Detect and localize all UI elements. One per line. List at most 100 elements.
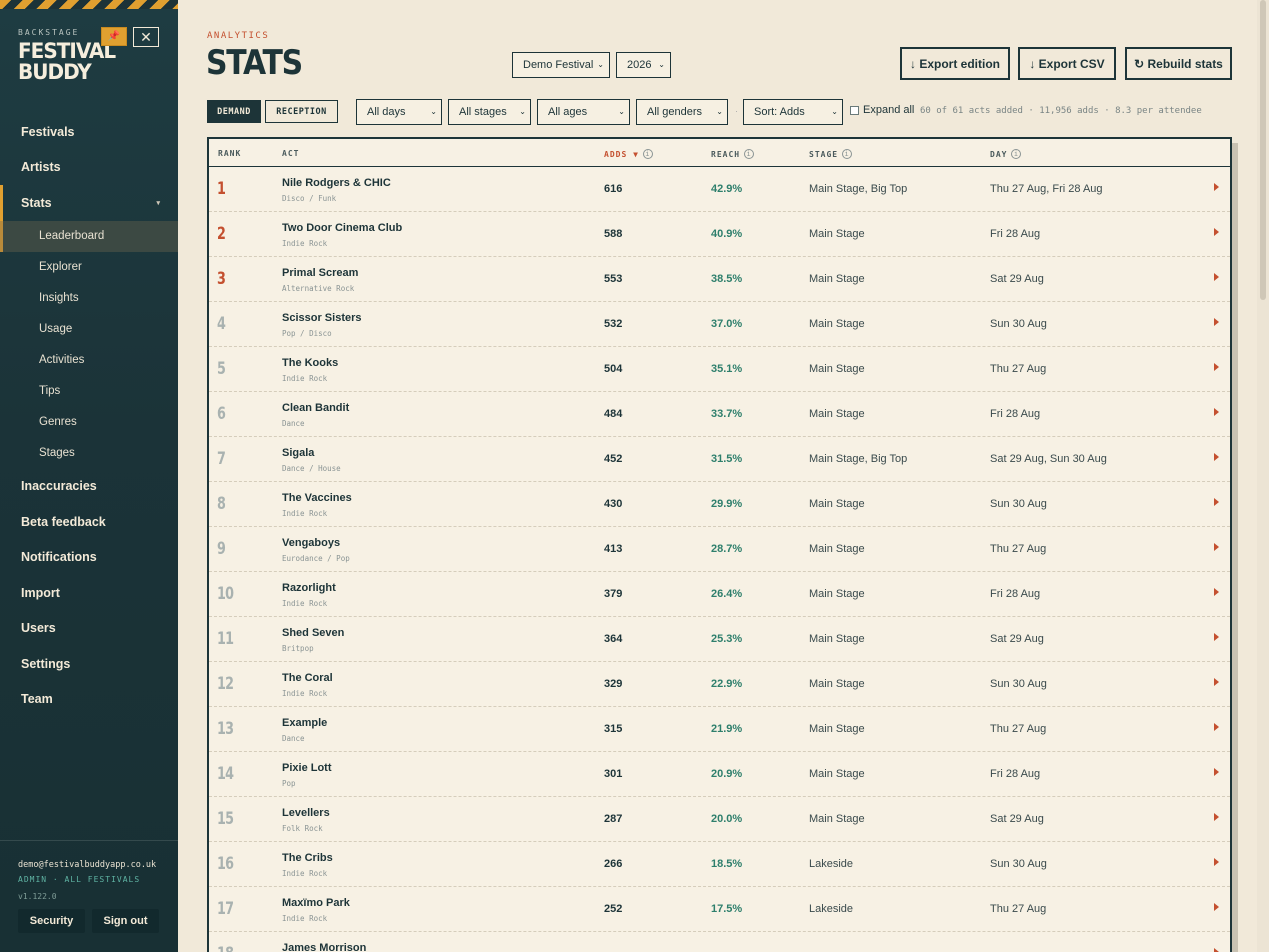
expand-arrow-icon[interactable] (1214, 273, 1219, 281)
rank-cell: 1 (217, 179, 226, 199)
caret-down-icon: ▾ (156, 199, 160, 207)
table-row[interactable]: 16 The Cribs Indie Rock 266 18.5% Lakeside Sun… (209, 842, 1230, 887)
info-icon[interactable]: i (842, 149, 853, 159)
year-select[interactable]: 2026 ⌄ (616, 52, 671, 78)
security-button[interactable]: Security (18, 909, 85, 933)
sidebar-item-stats[interactable]: Stats ▾ (0, 185, 178, 221)
sidebar-subitem-leaderboard[interactable]: Leaderboard (0, 220, 178, 252)
expand-arrow-icon[interactable] (1214, 453, 1219, 461)
sidebar-item-import[interactable]: Import (0, 575, 178, 611)
chevron-down-icon: ⌄ (597, 60, 604, 69)
expand-arrow-icon[interactable] (1214, 363, 1219, 371)
sidebar-item-settings[interactable]: Settings (0, 646, 178, 682)
expand-arrow-icon[interactable] (1214, 228, 1219, 236)
brand-logo[interactable]: BACKSTAGE FESTIVAL BUDDY (18, 28, 116, 82)
expand-all-checkbox[interactable] (850, 105, 859, 115)
pin-button[interactable]: 📌 (101, 27, 127, 46)
header-rank[interactable]: RANK (218, 149, 241, 158)
sidebar-item-festivals[interactable]: Festivals (0, 114, 178, 150)
table-row[interactable]: 4 Scissor Sisters Pop / Disco 532 37.0% Main … (209, 302, 1230, 347)
expand-arrow-icon[interactable] (1214, 633, 1219, 641)
scrollbar-thumb[interactable] (1260, 0, 1266, 300)
table-row[interactable]: 12 The Coral Indie Rock 329 22.9% Main Stage S… (209, 662, 1230, 707)
rank-cell: 13 (217, 719, 234, 739)
table-row[interactable]: 8 The Vaccines Indie Rock 430 29.9% Main Stag… (209, 482, 1230, 527)
sidebar-item-label: Import (21, 585, 60, 600)
ages-filter[interactable]: All ages ⌄ (537, 99, 630, 125)
festival-select[interactable]: Demo Festival ⌄ (512, 52, 610, 78)
reach-cell: 25.3% (711, 633, 743, 645)
genders-filter[interactable]: All genders ⌄ (636, 99, 728, 125)
sidebar-item-users[interactable]: Users (0, 611, 178, 647)
sign-out-button[interactable]: Sign out (92, 909, 159, 933)
sort-select[interactable]: Sort: Adds ⌄ (743, 99, 843, 125)
header-stage[interactable]: STAGE i (809, 149, 853, 159)
stages-filter[interactable]: All stages ⌄ (448, 99, 531, 125)
adds-cell: 532 (604, 318, 623, 330)
sidebar-subitem-tips[interactable]: Tips (0, 376, 178, 407)
table-row[interactable]: 17 Maxïmo Park Indie Rock 252 17.5% Lakeside T… (209, 887, 1230, 932)
expand-arrow-icon[interactable] (1214, 588, 1219, 596)
header-adds[interactable]: ADDS ▼ i (604, 149, 653, 159)
header-act[interactable]: ACT (282, 149, 299, 158)
tab-reception[interactable]: RECEPTION (265, 100, 338, 123)
sidebar-subitem-genres[interactable]: Genres (0, 407, 178, 438)
table-row[interactable]: 10 Razorlight Indie Rock 379 26.4% Main Stage… (209, 572, 1230, 617)
sidebar-subitem-usage[interactable]: Usage (0, 314, 178, 345)
expand-arrow-icon[interactable] (1214, 948, 1219, 952)
export-csv-button[interactable]: ↓ Export CSV (1018, 47, 1116, 80)
adds-cell: 484 (604, 408, 623, 420)
sidebar-subitem-insights[interactable]: Insights (0, 283, 178, 314)
expand-arrow-icon[interactable] (1214, 498, 1219, 506)
table-row[interactable]: 2 Two Door Cinema Club Indie Rock 588 40.9% M… (209, 212, 1230, 257)
sidebar-subitem-stages[interactable]: Stages (0, 438, 178, 469)
chevron-down-icon: ⌄ (519, 107, 526, 116)
expand-arrow-icon[interactable] (1214, 678, 1219, 686)
expand-arrow-icon[interactable] (1214, 813, 1219, 821)
table-row[interactable]: 3 Primal Scream Alternative Rock 553 38.5% Ma… (209, 257, 1230, 302)
table-row[interactable]: 6 Clean Bandit Dance 484 33.7% Main Stage Fri … (209, 392, 1230, 437)
sidebar-subitem-explorer[interactable]: Explorer (0, 252, 178, 283)
header-reach[interactable]: REACH i (711, 149, 755, 159)
table-row[interactable]: 9 Vengaboys Eurodance / Pop 413 28.7% Main St… (209, 527, 1230, 572)
table-row[interactable]: 7 Sigala Dance / House 452 31.5% Main Stage, … (209, 437, 1230, 482)
export-edition-button[interactable]: ↓ Export edition (900, 47, 1010, 80)
stage-cell: Lakeside (809, 858, 854, 870)
expand-arrow-icon[interactable] (1214, 858, 1219, 866)
expand-arrow-icon[interactable] (1214, 768, 1219, 776)
table-row[interactable]: 13 Example Dance 315 21.9% Main Stage Thu 27 A… (209, 707, 1230, 752)
act-genre: Dance (282, 419, 305, 428)
reach-cell: 42.9% (711, 183, 743, 195)
close-sidebar-button[interactable]: ✕ (133, 27, 159, 47)
table-row[interactable]: 11 Shed Seven Britpop 364 25.3% Main Stage Sat… (209, 617, 1230, 662)
table-row[interactable]: 5 The Kooks Indie Rock 504 35.1% Main Stage Th… (209, 347, 1230, 392)
expand-all-toggle[interactable]: Expand all (850, 104, 914, 116)
festival-select-value: Demo Festival (523, 59, 594, 71)
sidebar-item-beta-feedback[interactable]: Beta feedback (0, 504, 178, 540)
table-row[interactable]: 18 James Morrison (209, 932, 1230, 952)
sidebar-item-team[interactable]: Team (0, 682, 178, 718)
table-row[interactable]: 14 Pixie Lott Pop 301 20.9% Main Stage Fri 28 … (209, 752, 1230, 797)
table-row[interactable]: 1 Nile Rodgers & CHIC Disco / Funk 616 42.9%… (209, 167, 1230, 212)
expand-arrow-icon[interactable] (1214, 723, 1219, 731)
header-day[interactable]: DAY i (990, 149, 1022, 159)
hazard-stripe (0, 0, 178, 9)
sidebar-item-notifications[interactable]: Notifications (0, 540, 178, 576)
days-filter[interactable]: All days ⌄ (356, 99, 442, 125)
act-genre: Disco / Funk (282, 194, 337, 203)
expand-arrow-icon[interactable] (1214, 903, 1219, 911)
sidebar-subitem-activities[interactable]: Activities (0, 345, 178, 376)
expand-arrow-icon[interactable] (1214, 408, 1219, 416)
expand-arrow-icon[interactable] (1214, 318, 1219, 326)
expand-arrow-icon[interactable] (1214, 183, 1219, 191)
tab-demand[interactable]: DEMAND (207, 100, 261, 123)
expand-arrow-icon[interactable] (1214, 543, 1219, 551)
sidebar-item-inaccuracies[interactable]: Inaccuracies (0, 469, 178, 505)
sidebar-item-artists[interactable]: Artists (0, 150, 178, 186)
info-icon[interactable]: i (1011, 149, 1022, 159)
info-icon[interactable]: i (744, 149, 755, 159)
table-row[interactable]: 15 Levellers Folk Rock 287 20.0% Main Stage Sa… (209, 797, 1230, 842)
rebuild-stats-button[interactable]: ↻ Rebuild stats (1125, 47, 1232, 80)
info-icon[interactable]: i (642, 149, 653, 159)
day-cell: Sun 30 Aug (990, 498, 1047, 510)
